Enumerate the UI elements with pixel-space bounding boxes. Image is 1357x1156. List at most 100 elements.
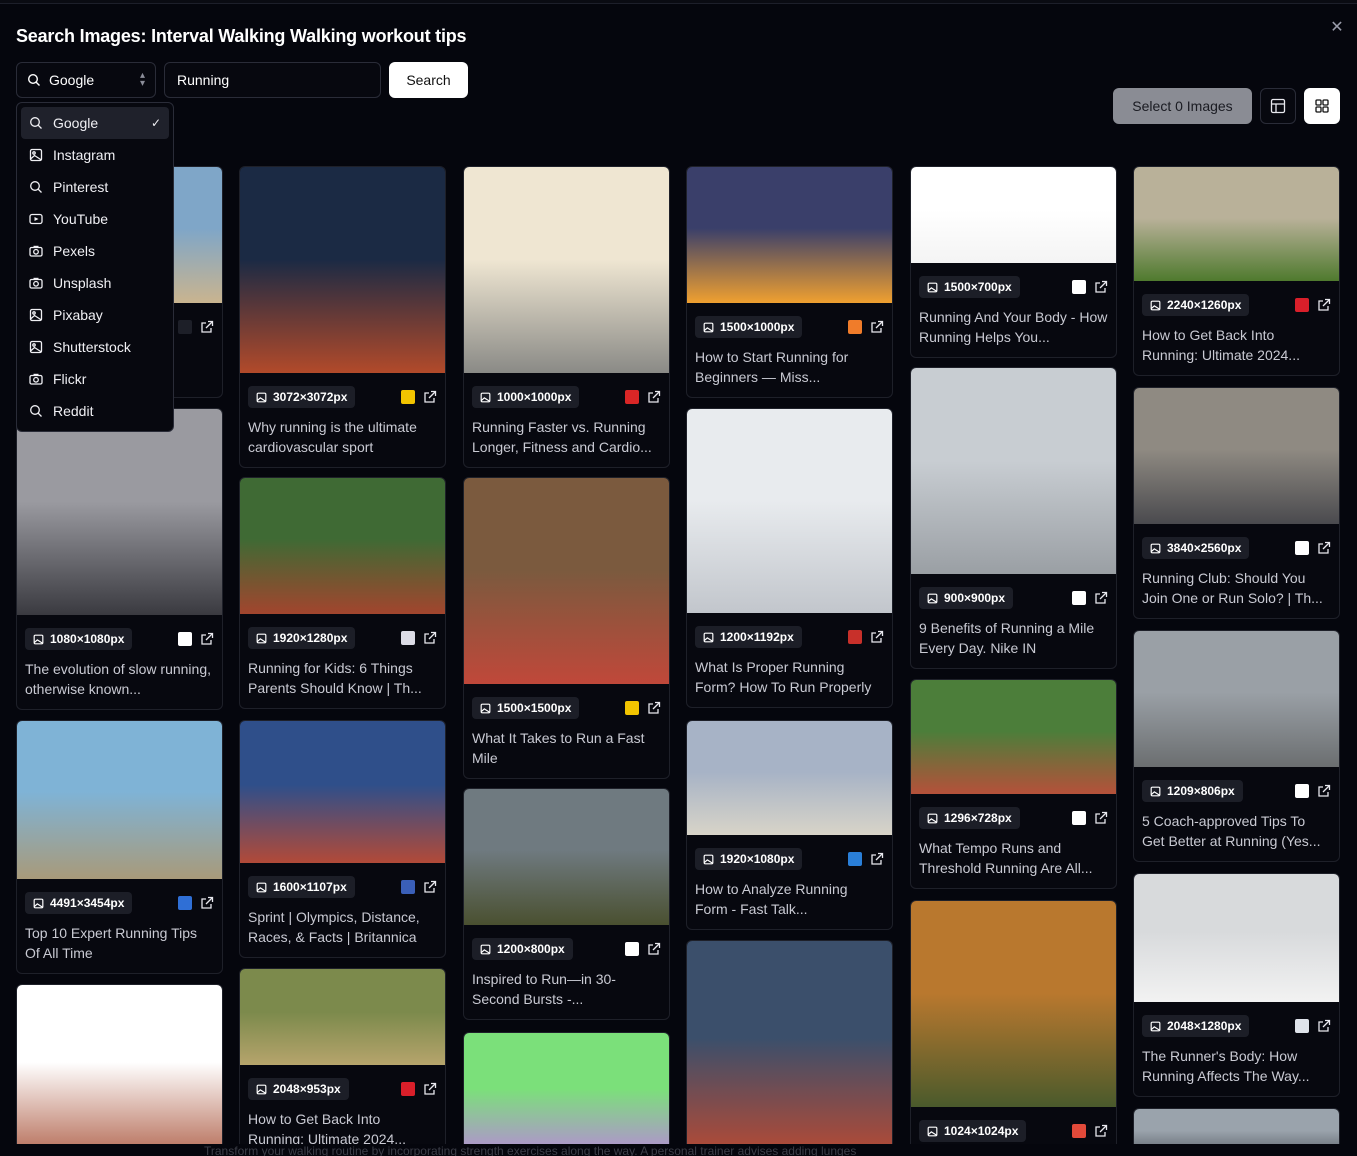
external-link-icon[interactable]	[200, 320, 214, 334]
external-link-icon[interactable]	[200, 896, 214, 910]
result-image[interactable]	[911, 680, 1116, 794]
source-favicon-icon	[1072, 280, 1086, 294]
result-image[interactable]	[911, 368, 1116, 574]
result-card[interactable]: 1920×1080px How to Analyze Running Form -…	[686, 720, 893, 930]
result-card[interactable]: 1500×1500px What It Takes to Run a Fast M…	[463, 477, 670, 779]
result-card[interactable]: 1200×800px Inspired to Run—in 30-Second B…	[463, 788, 670, 1020]
result-meta: 1296×728px	[911, 794, 1116, 832]
result-caption: 9 Benefits of Running a Mile Every Day. …	[919, 620, 1095, 656]
result-card[interactable]: 1500×700px Running And Your Body - How Ru…	[910, 166, 1117, 358]
dropdown-item-pinterest[interactable]: Pinterest	[21, 171, 169, 203]
dropdown-item-unsplash[interactable]: Unsplash	[21, 267, 169, 299]
dropdown-item-pexels[interactable]: Pexels	[21, 235, 169, 267]
result-image[interactable]	[911, 901, 1116, 1107]
external-link-icon[interactable]	[1094, 811, 1108, 825]
result-card[interactable]: 1500×1000px How to Start Running for Begi…	[686, 166, 893, 398]
dropdown-item-instagram[interactable]: Instagram	[21, 139, 169, 171]
result-card[interactable]	[463, 1032, 670, 1156]
source-favicon-icon	[178, 632, 192, 646]
result-image[interactable]	[687, 721, 892, 835]
external-link-icon[interactable]	[423, 390, 437, 404]
result-image[interactable]	[17, 409, 222, 615]
result-meta: 1920×1080px	[687, 835, 892, 873]
dropdown-item-shutterstock[interactable]: Shutterstock	[21, 331, 169, 363]
result-image[interactable]	[1134, 167, 1339, 281]
result-card[interactable]: 1024×1024px	[910, 900, 1117, 1156]
result-image[interactable]	[687, 409, 892, 613]
result-image[interactable]	[17, 721, 222, 879]
select-images-button[interactable]: Select 0 Images	[1113, 88, 1252, 124]
external-link-icon[interactable]	[423, 880, 437, 894]
image-icon	[256, 882, 267, 892]
result-card[interactable]	[686, 940, 893, 1156]
external-link-icon[interactable]	[423, 631, 437, 645]
dropdown-item-flickr[interactable]: Flickr	[21, 363, 169, 395]
play-icon	[29, 212, 43, 226]
image-icon	[1150, 786, 1161, 796]
engine-select[interactable]: Google ▴ ▾	[16, 62, 156, 98]
result-image[interactable]	[687, 167, 892, 303]
result-meta: 1000×1000px	[464, 373, 669, 411]
external-link-icon[interactable]	[1317, 298, 1331, 312]
dropdown-item-pixabay[interactable]: Pixabay	[21, 299, 169, 331]
result-card[interactable]: 1200×1192px What Is Proper Running Form? …	[686, 408, 893, 708]
result-image[interactable]	[1134, 874, 1339, 1002]
external-link-icon[interactable]	[423, 1082, 437, 1096]
result-card[interactable]: 3072×3072px Why running is the ultimate c…	[239, 166, 446, 468]
result-image[interactable]	[1134, 631, 1339, 767]
dropdown-item-label: Unsplash	[53, 275, 112, 291]
result-image[interactable]	[1134, 388, 1339, 524]
result-image[interactable]	[240, 721, 445, 863]
external-link-icon[interactable]	[647, 390, 661, 404]
external-link-icon[interactable]	[870, 630, 884, 644]
external-link-icon[interactable]	[1317, 541, 1331, 555]
external-link-icon[interactable]	[1094, 1124, 1108, 1138]
dropdown-item-youtube[interactable]: YouTube	[21, 203, 169, 235]
result-image[interactable]	[17, 985, 222, 1156]
result-card[interactable]: 2048×1280px The Runner's Body: How Runnin…	[1133, 873, 1340, 1097]
result-image[interactable]	[464, 1033, 669, 1156]
result-image[interactable]	[464, 167, 669, 373]
result-card[interactable]: 1000×1000px Running Faster vs. Running Lo…	[463, 166, 670, 468]
result-caption: How to Analyze Running Form - Fast Talk.…	[695, 881, 848, 917]
result-card[interactable]: 1296×728px What Tempo Runs and Threshold …	[910, 679, 1117, 889]
result-image[interactable]	[240, 478, 445, 614]
external-link-icon[interactable]	[1317, 784, 1331, 798]
result-card[interactable]: 900×900px 9 Benefits of Running a Mile Ev…	[910, 367, 1117, 669]
result-image[interactable]	[464, 789, 669, 925]
result-card[interactable]: 1920×1280px Running for Kids: 6 Things Pa…	[239, 477, 446, 709]
result-card[interactable]: 4491×3454px Top 10 Expert Running Tips Of…	[16, 720, 223, 974]
search-input[interactable]	[164, 62, 381, 98]
result-meta: 3840×2560px	[1134, 524, 1339, 562]
external-link-icon[interactable]	[1317, 1019, 1331, 1033]
result-card[interactable]: 1209×806px 5 Coach-approved Tips To Get B…	[1133, 630, 1340, 862]
result-card[interactable]	[16, 984, 223, 1156]
external-link-icon[interactable]	[1094, 591, 1108, 605]
external-link-icon[interactable]	[647, 701, 661, 715]
external-link-icon[interactable]	[870, 320, 884, 334]
result-card[interactable]: 1600×1107px Sprint | Olympics, Distance, …	[239, 720, 446, 958]
list-view-button[interactable]	[1260, 88, 1296, 124]
dropdown-item-google[interactable]: Google ✓	[21, 107, 169, 139]
close-icon[interactable]: ✕	[1327, 18, 1347, 38]
result-meta: 1500×1500px	[464, 684, 669, 722]
external-link-icon[interactable]	[1094, 280, 1108, 294]
dimension-badge: 1080×1080px	[25, 628, 133, 650]
result-card[interactable]: 2240×1260px How to Get Back Into Running:…	[1133, 166, 1340, 376]
dropdown-item-reddit[interactable]: Reddit	[21, 395, 169, 427]
result-image[interactable]	[464, 478, 669, 684]
dimension-badge: 1920×1280px	[248, 627, 356, 649]
external-link-icon[interactable]	[870, 852, 884, 866]
result-image[interactable]	[687, 941, 892, 1156]
result-card[interactable]: 1080×1080px The evolution of slow running…	[16, 408, 223, 710]
search-button[interactable]: Search	[389, 62, 468, 98]
result-image[interactable]	[240, 167, 445, 373]
result-image[interactable]	[911, 167, 1116, 263]
result-card[interactable]: 2048×953px How to Get Back Into Running: …	[239, 968, 446, 1156]
source-favicon-icon	[178, 320, 192, 334]
grid-view-button[interactable]	[1304, 88, 1340, 124]
external-link-icon[interactable]	[647, 942, 661, 956]
result-image[interactable]	[240, 969, 445, 1065]
result-card[interactable]: 3840×2560px Running Club: Should You Join…	[1133, 387, 1340, 619]
external-link-icon[interactable]	[200, 632, 214, 646]
